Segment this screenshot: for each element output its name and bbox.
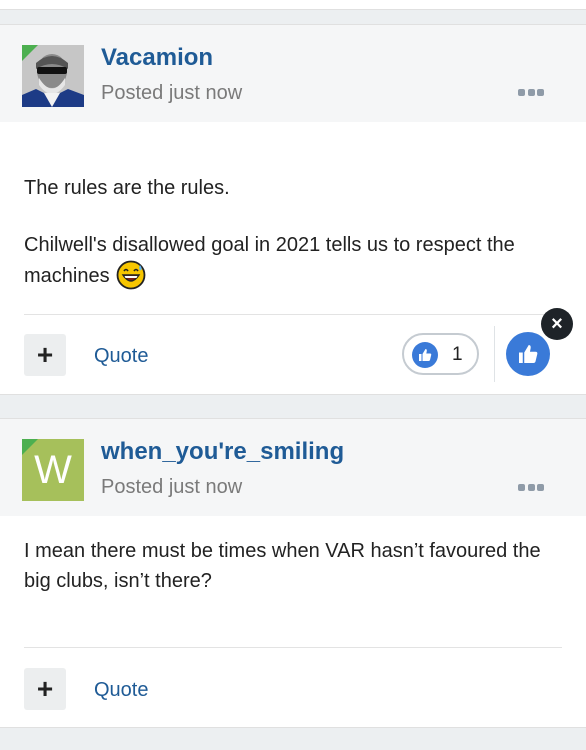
more-options-icon[interactable] xyxy=(518,89,544,97)
post-paragraph: I mean there must be times when VAR hasn… xyxy=(24,540,541,592)
post-paragraph: Chilwell's disallowed goal in 2021 tells… xyxy=(24,234,515,287)
post-header: W when_you're_smiling Posted just now xyxy=(0,419,586,516)
author-name[interactable]: when_you're_smiling xyxy=(101,438,344,466)
quote-link[interactable]: Quote xyxy=(94,345,148,368)
post-timestamp: Posted just now xyxy=(101,82,243,104)
post-header: Vacamion Posted just now xyxy=(0,25,586,122)
author-name[interactable]: Vacamion xyxy=(101,44,213,72)
post-body: Chilwell's disallowed goal in 2021 tells… xyxy=(24,230,562,291)
post-card: Vacamion Posted just now The rules are t… xyxy=(0,24,586,395)
like-button[interactable] xyxy=(506,332,550,376)
post-body: The rules are the rules. xyxy=(24,173,562,203)
multiquote-button[interactable]: + xyxy=(24,668,66,710)
post-timestamp: Posted just now xyxy=(101,476,243,498)
online-badge-icon xyxy=(22,439,38,455)
avatar-letter: W xyxy=(34,447,72,492)
reaction-count: 1 xyxy=(452,344,463,365)
avatar[interactable] xyxy=(22,45,84,107)
grinning-sweat-emoji-icon xyxy=(116,260,146,290)
reaction-separator xyxy=(494,326,495,382)
avatar[interactable]: W xyxy=(22,439,84,501)
post-card: W when_you're_smiling Posted just now I … xyxy=(0,418,586,728)
multiquote-button[interactable]: + xyxy=(24,334,66,376)
previous-post-edge xyxy=(0,0,586,10)
reaction-summary[interactable]: 1 xyxy=(402,333,479,375)
thumbs-up-icon xyxy=(519,345,538,363)
thumbs-up-icon xyxy=(412,342,438,368)
post-body: I mean there must be times when VAR hasn… xyxy=(24,536,562,596)
quote-link[interactable]: Quote xyxy=(94,679,148,702)
close-icon[interactable]: × xyxy=(541,308,573,340)
divider xyxy=(24,647,562,648)
online-badge-icon xyxy=(22,45,38,61)
post-paragraph: The rules are the rules. xyxy=(24,177,230,199)
more-options-icon[interactable] xyxy=(518,484,544,492)
divider xyxy=(24,314,562,315)
